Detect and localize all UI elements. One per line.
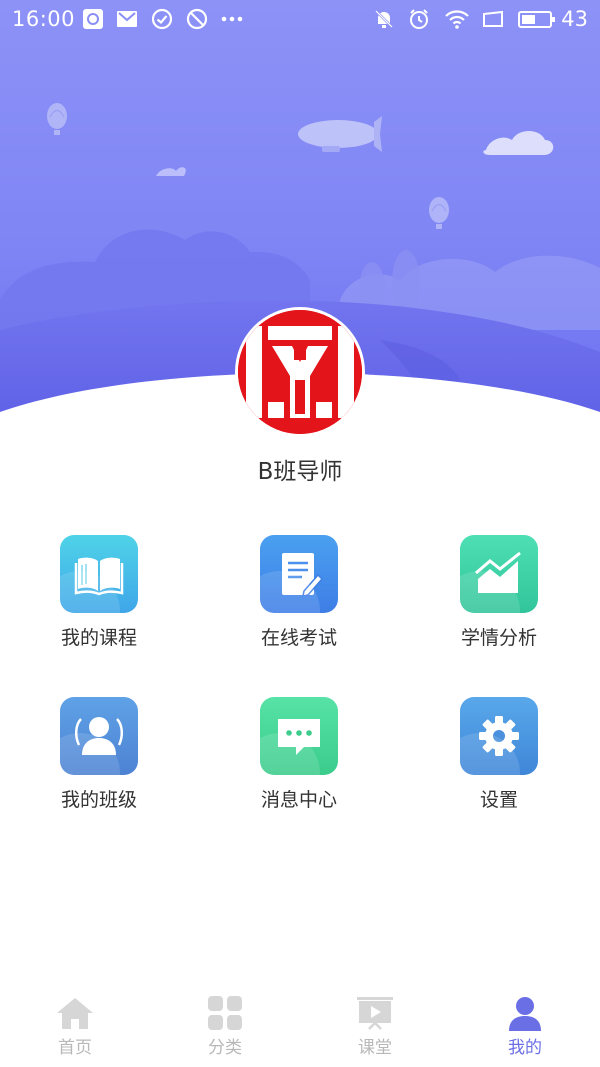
wifi-icon bbox=[445, 10, 469, 29]
tab-home[interactable]: 首页 bbox=[0, 995, 150, 1061]
mail-notification-icon bbox=[117, 11, 137, 27]
alarm-icon bbox=[410, 9, 428, 29]
menu-icon-box bbox=[60, 535, 138, 613]
menu-item-message-center[interactable]: 消息中心 bbox=[224, 697, 374, 827]
menu-item-label: 我的班级 bbox=[60, 789, 137, 811]
menu-item-learning-analysis[interactable]: 学情分析 bbox=[424, 535, 574, 665]
home-icon bbox=[57, 998, 93, 1029]
mute-bell-icon bbox=[375, 10, 393, 28]
menu-icon-box bbox=[260, 697, 338, 775]
battery-percent: 43 bbox=[561, 7, 588, 31]
menu-item-label: 我的课程 bbox=[60, 627, 137, 649]
screen-rotation-icon bbox=[483, 10, 503, 27]
category-grid-icon bbox=[208, 996, 242, 1030]
battery-icon bbox=[518, 11, 555, 28]
tab-label: 我的 bbox=[508, 1038, 542, 1058]
menu-item-label: 在线考试 bbox=[260, 627, 337, 649]
profile-screen: 16:00 43 B班导师 我的课程 在线考试 学情分析 我的班级 消息中心 设… bbox=[0, 0, 600, 1067]
menu-item-my-courses[interactable]: 我的课程 bbox=[24, 535, 174, 665]
bottom-tab-bar: 首页 分类 课堂 我的 bbox=[0, 985, 600, 1067]
menu-icon-box bbox=[60, 697, 138, 775]
menu-item-settings[interactable]: 设置 bbox=[424, 697, 574, 827]
block-icon bbox=[186, 8, 208, 30]
profile-person-icon bbox=[509, 997, 541, 1031]
avatar[interactable] bbox=[238, 310, 362, 434]
status-time: 16:00 bbox=[12, 7, 76, 31]
classroom-play-icon bbox=[357, 997, 393, 1030]
tab-label: 课堂 bbox=[358, 1038, 392, 1058]
tab-label: 分类 bbox=[208, 1038, 242, 1058]
trend-chart-icon bbox=[460, 535, 538, 613]
menu-item-label: 消息中心 bbox=[260, 789, 337, 811]
book-icon bbox=[60, 535, 138, 613]
class-group-icon bbox=[60, 697, 138, 775]
school-logo-avatar bbox=[238, 310, 362, 434]
tab-category[interactable]: 分类 bbox=[150, 995, 300, 1061]
profile-name: B班导师 bbox=[257, 459, 343, 485]
menu-item-online-exam[interactable]: 在线考试 bbox=[224, 535, 374, 665]
more-dots-icon bbox=[221, 16, 243, 22]
exam-paper-icon bbox=[260, 535, 338, 613]
menu-item-label: 学情分析 bbox=[460, 627, 537, 649]
tab-label: 首页 bbox=[58, 1038, 92, 1058]
menu-item-label: 设置 bbox=[479, 789, 518, 811]
gear-icon bbox=[460, 697, 538, 775]
tab-classroom[interactable]: 课堂 bbox=[300, 995, 450, 1061]
menu-icon-box bbox=[260, 535, 338, 613]
menu-icon-box bbox=[460, 697, 538, 775]
menu-item-my-class[interactable]: 我的班级 bbox=[24, 697, 174, 827]
menu-icon-box bbox=[460, 535, 538, 613]
tab-mine[interactable]: 我的 bbox=[450, 995, 600, 1061]
check-circle-icon bbox=[151, 8, 173, 30]
status-bar: 16:00 43 bbox=[0, 0, 600, 38]
message-bubble-icon bbox=[260, 697, 338, 775]
app-notification-icon bbox=[83, 9, 103, 29]
